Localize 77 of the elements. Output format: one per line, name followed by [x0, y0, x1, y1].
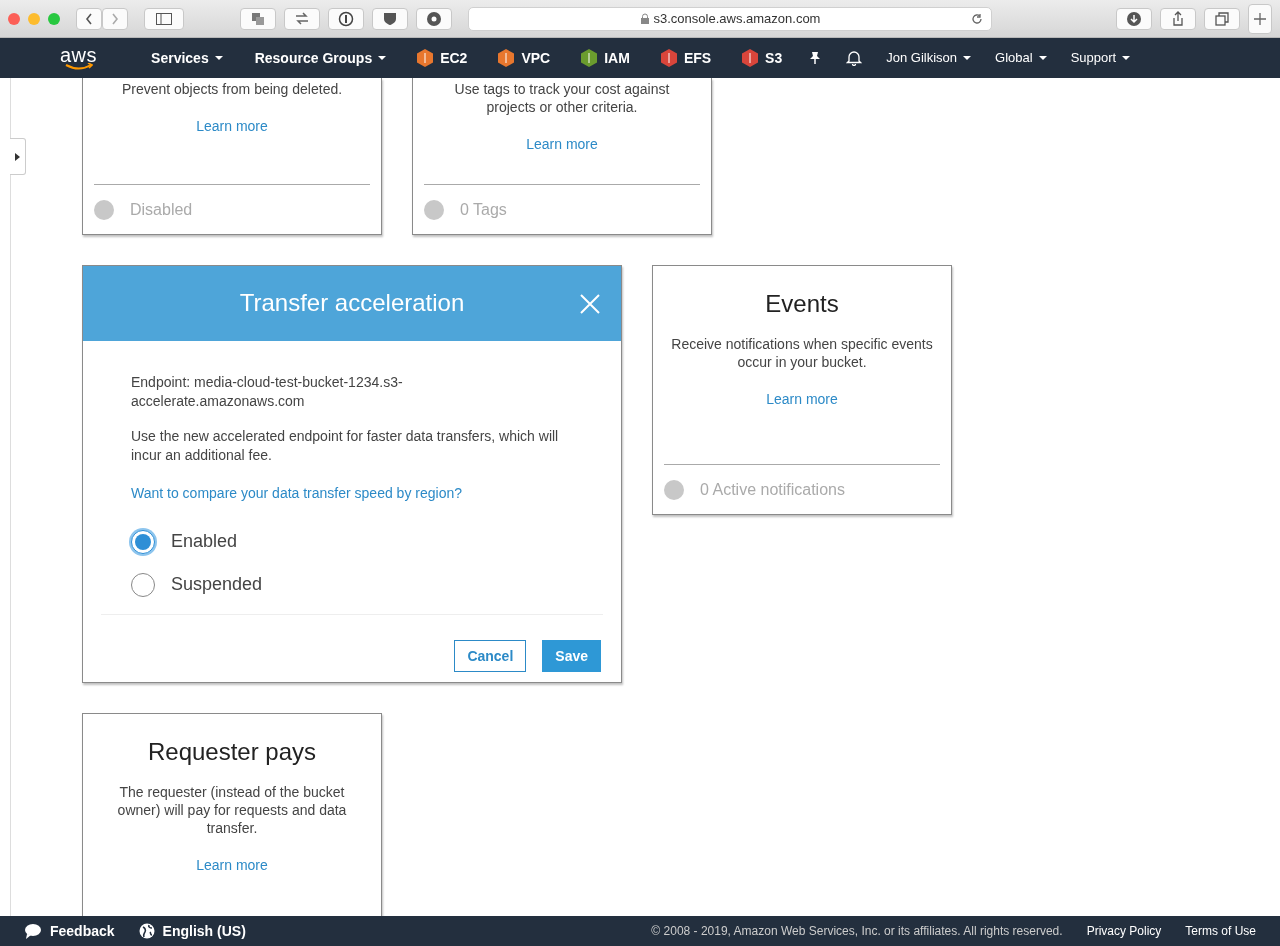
- service-shortcut[interactable]: S3: [741, 47, 783, 69]
- service-shortcut[interactable]: EC2: [416, 47, 468, 69]
- aws-logo[interactable]: aws: [60, 46, 98, 70]
- option-label: Suspended: [171, 573, 263, 596]
- feedback-link[interactable]: Feedback: [24, 920, 115, 942]
- plus-icon: [1254, 12, 1266, 25]
- close-icon[interactable]: [580, 293, 600, 314]
- learn-more-link[interactable]: Learn more: [196, 856, 268, 873]
- toolbar-button[interactable]: [372, 7, 408, 30]
- address-bar[interactable]: s3.console.aws.amazon.com: [468, 6, 992, 31]
- cancel-button[interactable]: Cancel: [454, 640, 527, 672]
- card-description: Receive notifications when specific events occur in your bucket.: [670, 334, 934, 371]
- footer-link[interactable]: Privacy Policy: [1086, 922, 1162, 940]
- option-label: Enabled: [171, 530, 238, 553]
- card-title: Transfer acceleration: [239, 289, 465, 318]
- password-icon: [338, 10, 354, 27]
- card-description: Use tags to track your cost against projects or other criteria.: [453, 80, 671, 116]
- caret-icon: [214, 56, 223, 60]
- expand-icon: [15, 152, 20, 161]
- status-text: 0 Active notifications: [700, 479, 845, 500]
- arrows-icon: [294, 10, 310, 27]
- close-button[interactable]: [8, 12, 20, 25]
- compare-speed-link[interactable]: Want to compare your data transfer speed by region?: [131, 483, 462, 504]
- sidebar-button[interactable]: [144, 7, 184, 30]
- dropdown-button[interactable]: Global: [995, 48, 1047, 68]
- radio-button[interactable]: [131, 529, 155, 554]
- card-title: Events: [764, 290, 840, 319]
- status-dot: [424, 199, 444, 220]
- language-selector[interactable]: English (US): [138, 920, 246, 942]
- bell-icon[interactable]: [846, 50, 863, 66]
- card-description: The requester (instead of the bucket owner) will pay for requests and data transfer.: [116, 782, 348, 837]
- service-shortcut[interactable]: EFS: [659, 47, 712, 69]
- new-tab-button[interactable]: [1248, 3, 1272, 34]
- forward-icon: [111, 12, 119, 25]
- status-text: 0 Tags: [460, 199, 507, 220]
- back-icon: [85, 12, 93, 25]
- url-text: s3.console.aws.amazon.com: [653, 9, 821, 28]
- shield-icon: [382, 10, 398, 27]
- toolbar-button[interactable]: [240, 7, 276, 30]
- pin-icon[interactable]: [808, 51, 823, 65]
- dropdown-button[interactable]: Jon Gilkison: [886, 48, 972, 68]
- speech-bubble-icon: [24, 923, 42, 939]
- download-icon: [1126, 10, 1142, 27]
- menu-button[interactable]: Services: [151, 47, 223, 69]
- sidebar-toggle[interactable]: [10, 138, 26, 175]
- toolbar-button[interactable]: [1116, 7, 1152, 30]
- card-title: Requester pays: [146, 738, 318, 767]
- learn-more-link[interactable]: Learn more: [196, 118, 268, 134]
- dropdown-button[interactable]: Support: [1070, 48, 1131, 68]
- toolbar-button[interactable]: [416, 7, 452, 30]
- status-dot: [664, 479, 684, 500]
- card-description: Prevent objects from being deleted.: [121, 80, 343, 98]
- copyright-text: © 2008 - 2019, Amazon Web Services, Inc. or its affiliates. All rights reserved.: [651, 923, 1063, 940]
- menu-button[interactable]: Resource Groups: [254, 47, 387, 69]
- learn-more-link[interactable]: Learn more: [766, 390, 838, 407]
- caret-icon: [378, 56, 387, 60]
- back-button[interactable]: [76, 7, 102, 30]
- caret-icon: [963, 56, 972, 60]
- footer-link[interactable]: Terms of Use: [1185, 922, 1256, 940]
- radio-button[interactable]: [131, 572, 155, 597]
- reload-icon[interactable]: [971, 12, 983, 25]
- description-text: Use the new accelerated endpoint for faster data transfers, which will incur an additional fee.: [131, 427, 560, 465]
- smile-icon: [64, 62, 93, 70]
- endpoint-text: Endpoint: media-cloud-test-bucket-1234.s3-accelerate.amazonaws.com: [131, 373, 404, 411]
- service-shortcut[interactable]: VPC: [497, 47, 551, 69]
- learn-more-link[interactable]: Learn more: [526, 136, 598, 152]
- status-dot: [94, 199, 114, 220]
- tabs-icon: [1214, 10, 1230, 27]
- caret-icon: [1122, 56, 1131, 60]
- globe-icon: [138, 923, 155, 939]
- toolbar-button[interactable]: [328, 7, 364, 30]
- status-text: Disabled: [130, 199, 193, 220]
- lock-icon: [639, 12, 650, 25]
- caret-icon: [1038, 56, 1047, 60]
- service-shortcut[interactable]: IAM: [580, 47, 630, 69]
- share-icon: [1170, 10, 1186, 27]
- sidebar-icon: [156, 12, 172, 25]
